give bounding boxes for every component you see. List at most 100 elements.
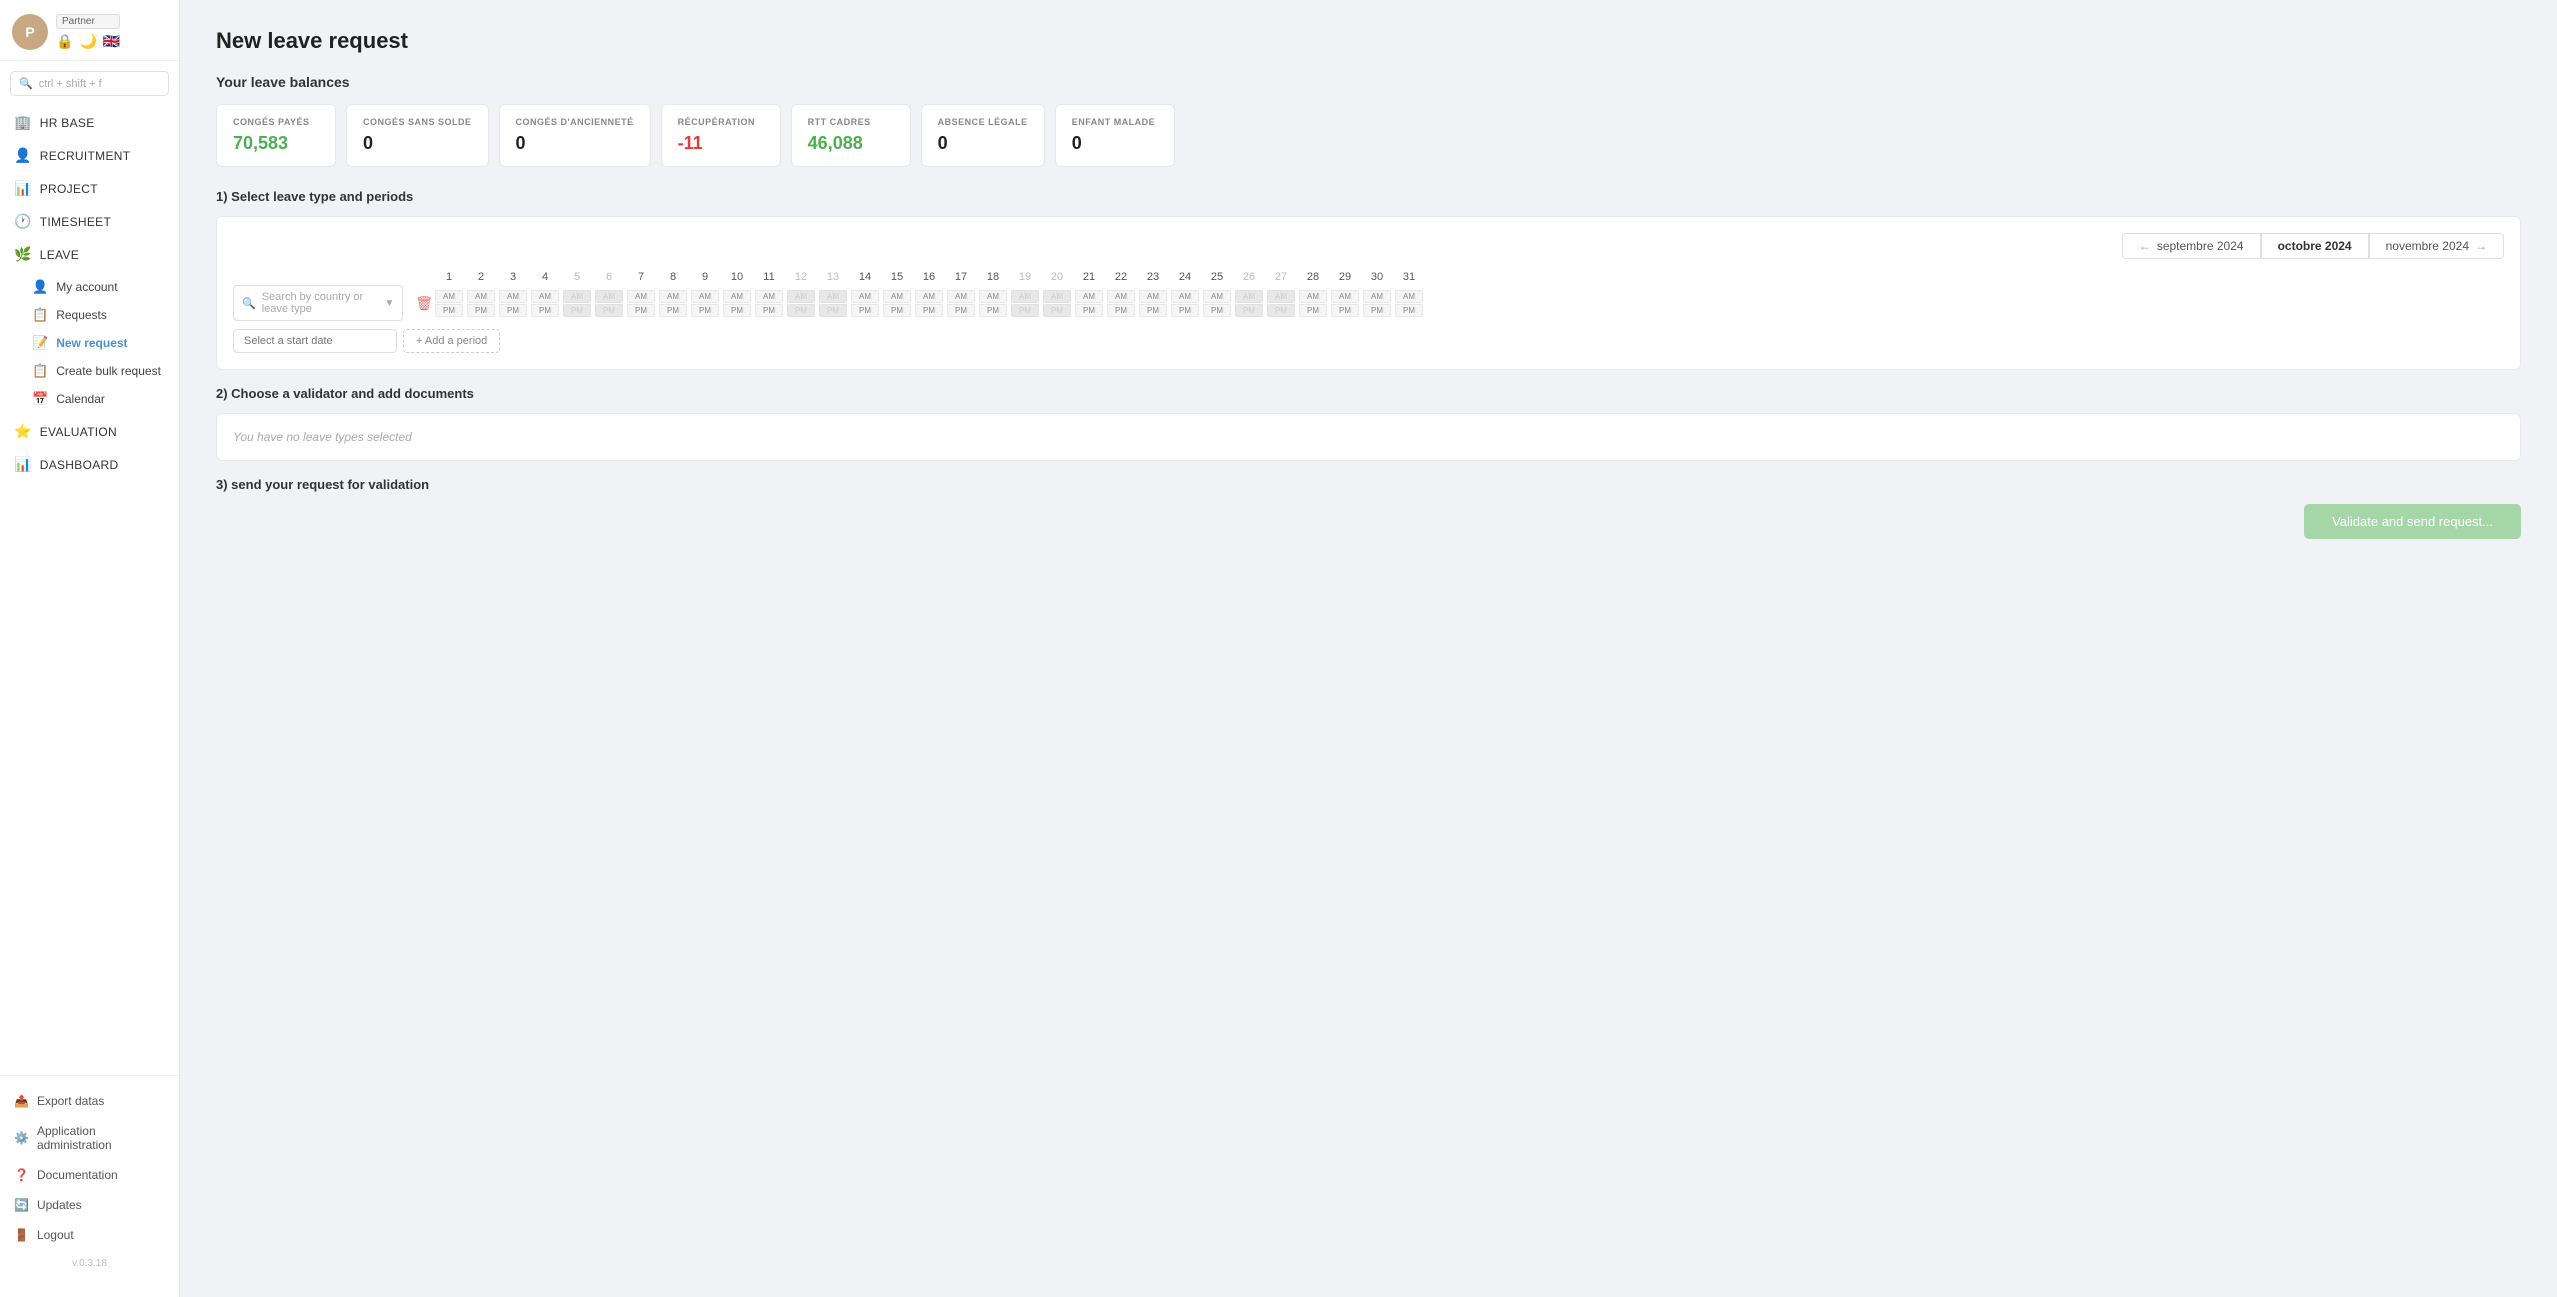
am-slot-day-1[interactable]: AM — [435, 290, 463, 303]
day-header-15: 15 — [881, 271, 913, 283]
bulk-request-icon: 📋 — [32, 363, 48, 379]
am-slot-day-21[interactable]: AM — [1075, 290, 1103, 303]
sidebar-item-evaluation[interactable]: ⭐ EVALUATION — [0, 415, 179, 448]
sidebar-item-documentation[interactable]: ❓ Documentation — [0, 1160, 179, 1190]
lock-icon[interactable]: 🔒 — [56, 33, 73, 50]
am-slot-day-18[interactable]: AM — [979, 290, 1007, 303]
am-slot-day-10[interactable]: AM — [723, 290, 751, 303]
sidebar-item-new-request[interactable]: 📝 New request — [0, 329, 179, 357]
cal-cell-day-14: AMPM — [849, 290, 881, 317]
am-slot-day-19: AM — [1011, 290, 1039, 303]
balance-card-conges-anciennete: CONGÉS D'ANCIENNETÉ 0 — [499, 104, 651, 167]
sidebar-item-logout[interactable]: 🚪 Logout — [0, 1220, 179, 1250]
leave-type-search[interactable]: 🔍 Search by country or leave type ▼ — [233, 285, 403, 321]
pm-slot-day-8[interactable]: PM — [659, 304, 687, 317]
evaluation-icon: ⭐ — [14, 423, 32, 440]
day-header-11: 11 — [753, 271, 785, 283]
pm-slot-day-22[interactable]: PM — [1107, 304, 1135, 317]
pm-slot-day-21[interactable]: PM — [1075, 304, 1103, 317]
current-month-btn[interactable]: octobre 2024 — [2261, 233, 2369, 259]
am-slot-day-29[interactable]: AM — [1331, 290, 1359, 303]
delete-row-icon[interactable]: 🗑 — [415, 295, 433, 312]
day-header-25: 25 — [1201, 271, 1233, 283]
sidebar: P Partner 🔒 🌙 🇬🇧 🔍 ctrl + shift + f 🏢 HR… — [0, 0, 180, 1297]
add-period-btn[interactable]: + Add a period — [403, 329, 500, 353]
am-slot-day-31[interactable]: AM — [1395, 290, 1423, 303]
pm-slot-day-25[interactable]: PM — [1203, 304, 1231, 317]
pm-slot-day-14[interactable]: PM — [851, 304, 879, 317]
am-slot-day-9[interactable]: AM — [691, 290, 719, 303]
balances-section: Your leave balances CONGÉS PAYÉS 70,583 … — [216, 74, 2521, 167]
am-slot-day-4[interactable]: AM — [531, 290, 559, 303]
validate-send-btn[interactable]: Validate and send request... — [2304, 504, 2521, 539]
day-header-17: 17 — [945, 271, 977, 283]
pm-slot-day-3[interactable]: PM — [499, 304, 527, 317]
pm-slot-day-29[interactable]: PM — [1331, 304, 1359, 317]
day-header-4: 4 — [529, 271, 561, 283]
pm-slot-day-28[interactable]: PM — [1299, 304, 1327, 317]
pm-slot-day-18[interactable]: PM — [979, 304, 1007, 317]
cal-cell-day-21: AMPM — [1073, 290, 1105, 317]
am-slot-day-6: AM — [595, 290, 623, 303]
pm-slot-day-15[interactable]: PM — [883, 304, 911, 317]
pm-slot-day-17[interactable]: PM — [947, 304, 975, 317]
sidebar-item-project[interactable]: 📊 PROJECT — [0, 172, 179, 205]
sidebar-item-dashboard[interactable]: 📊 DASHBOARD — [0, 448, 179, 481]
am-slot-day-25[interactable]: AM — [1203, 290, 1231, 303]
sidebar-item-application-administration[interactable]: ⚙️ Application administration — [0, 1116, 179, 1160]
am-slot-day-17[interactable]: AM — [947, 290, 975, 303]
am-slot-day-24[interactable]: AM — [1171, 290, 1199, 303]
pm-slot-day-24[interactable]: PM — [1171, 304, 1199, 317]
sidebar-item-hr-base[interactable]: 🏢 HR BASE — [0, 106, 179, 139]
day-header-21: 21 — [1073, 271, 1105, 283]
sidebar-item-recruitment[interactable]: 👤 RECRUITMENT — [0, 139, 179, 172]
pm-slot-day-16[interactable]: PM — [915, 304, 943, 317]
theme-icon[interactable]: 🌙 — [79, 33, 96, 50]
sidebar-item-export-datas[interactable]: 📤 Export datas — [0, 1086, 179, 1116]
next-month-btn[interactable]: novembre 2024 → — [2369, 233, 2504, 259]
am-slot-day-3[interactable]: AM — [499, 290, 527, 303]
pm-slot-day-4[interactable]: PM — [531, 304, 559, 317]
search-bar[interactable]: 🔍 ctrl + shift + f — [10, 71, 169, 96]
cal-cell-day-19: AMPM — [1009, 290, 1041, 317]
sidebar-item-leave[interactable]: 🌿 LEAVE — [0, 238, 179, 271]
sidebar-item-create-bulk-request[interactable]: 📋 Create bulk request — [0, 357, 179, 385]
sidebar-sub-label: New request — [56, 336, 127, 350]
pm-slot-day-1[interactable]: PM — [435, 304, 463, 317]
am-slot-day-22[interactable]: AM — [1107, 290, 1135, 303]
pm-slot-day-9[interactable]: PM — [691, 304, 719, 317]
sidebar-item-timesheet[interactable]: 🕐 TIMESHEET — [0, 205, 179, 238]
am-slot-day-14[interactable]: AM — [851, 290, 879, 303]
am-slot-day-8[interactable]: AM — [659, 290, 687, 303]
pm-slot-day-10[interactable]: PM — [723, 304, 751, 317]
sidebar-item-updates[interactable]: 🔄 Updates — [0, 1190, 179, 1220]
language-icon[interactable]: 🇬🇧 — [103, 33, 120, 50]
pm-slot-day-23[interactable]: PM — [1139, 304, 1167, 317]
am-slot-day-28[interactable]: AM — [1299, 290, 1327, 303]
day-header-29: 29 — [1329, 271, 1361, 283]
pm-slot-day-30[interactable]: PM — [1363, 304, 1391, 317]
am-slot-day-2[interactable]: AM — [467, 290, 495, 303]
leave-subnav: 👤 My account 📋 Requests 📝 New request 📋 … — [0, 271, 179, 415]
am-slot-day-7[interactable]: AM — [627, 290, 655, 303]
pm-slot-day-31[interactable]: PM — [1395, 304, 1423, 317]
section2-title: 2) Choose a validator and add documents — [216, 386, 2521, 401]
pm-slot-day-2[interactable]: PM — [467, 304, 495, 317]
hr-base-icon: 🏢 — [14, 114, 32, 131]
page-title: New leave request — [216, 28, 2521, 54]
pm-slot-day-7[interactable]: PM — [627, 304, 655, 317]
sidebar-item-calendar[interactable]: 📅 Calendar — [0, 385, 179, 413]
am-slot-day-16[interactable]: AM — [915, 290, 943, 303]
sidebar-item-requests[interactable]: 📋 Requests — [0, 301, 179, 329]
am-slot-day-11[interactable]: AM — [755, 290, 783, 303]
am-slot-day-23[interactable]: AM — [1139, 290, 1167, 303]
am-slot-day-30[interactable]: AM — [1363, 290, 1391, 303]
prev-month-btn[interactable]: ← septembre 2024 — [2122, 233, 2261, 259]
sidebar-sub-label: Calendar — [56, 392, 105, 406]
day-header-14: 14 — [849, 271, 881, 283]
sidebar-item-my-account[interactable]: 👤 My account — [0, 273, 179, 301]
start-date-input[interactable] — [233, 329, 397, 353]
pm-slot-day-11[interactable]: PM — [755, 304, 783, 317]
am-slot-day-15[interactable]: AM — [883, 290, 911, 303]
cal-cell-day-10: AMPM — [721, 290, 753, 317]
